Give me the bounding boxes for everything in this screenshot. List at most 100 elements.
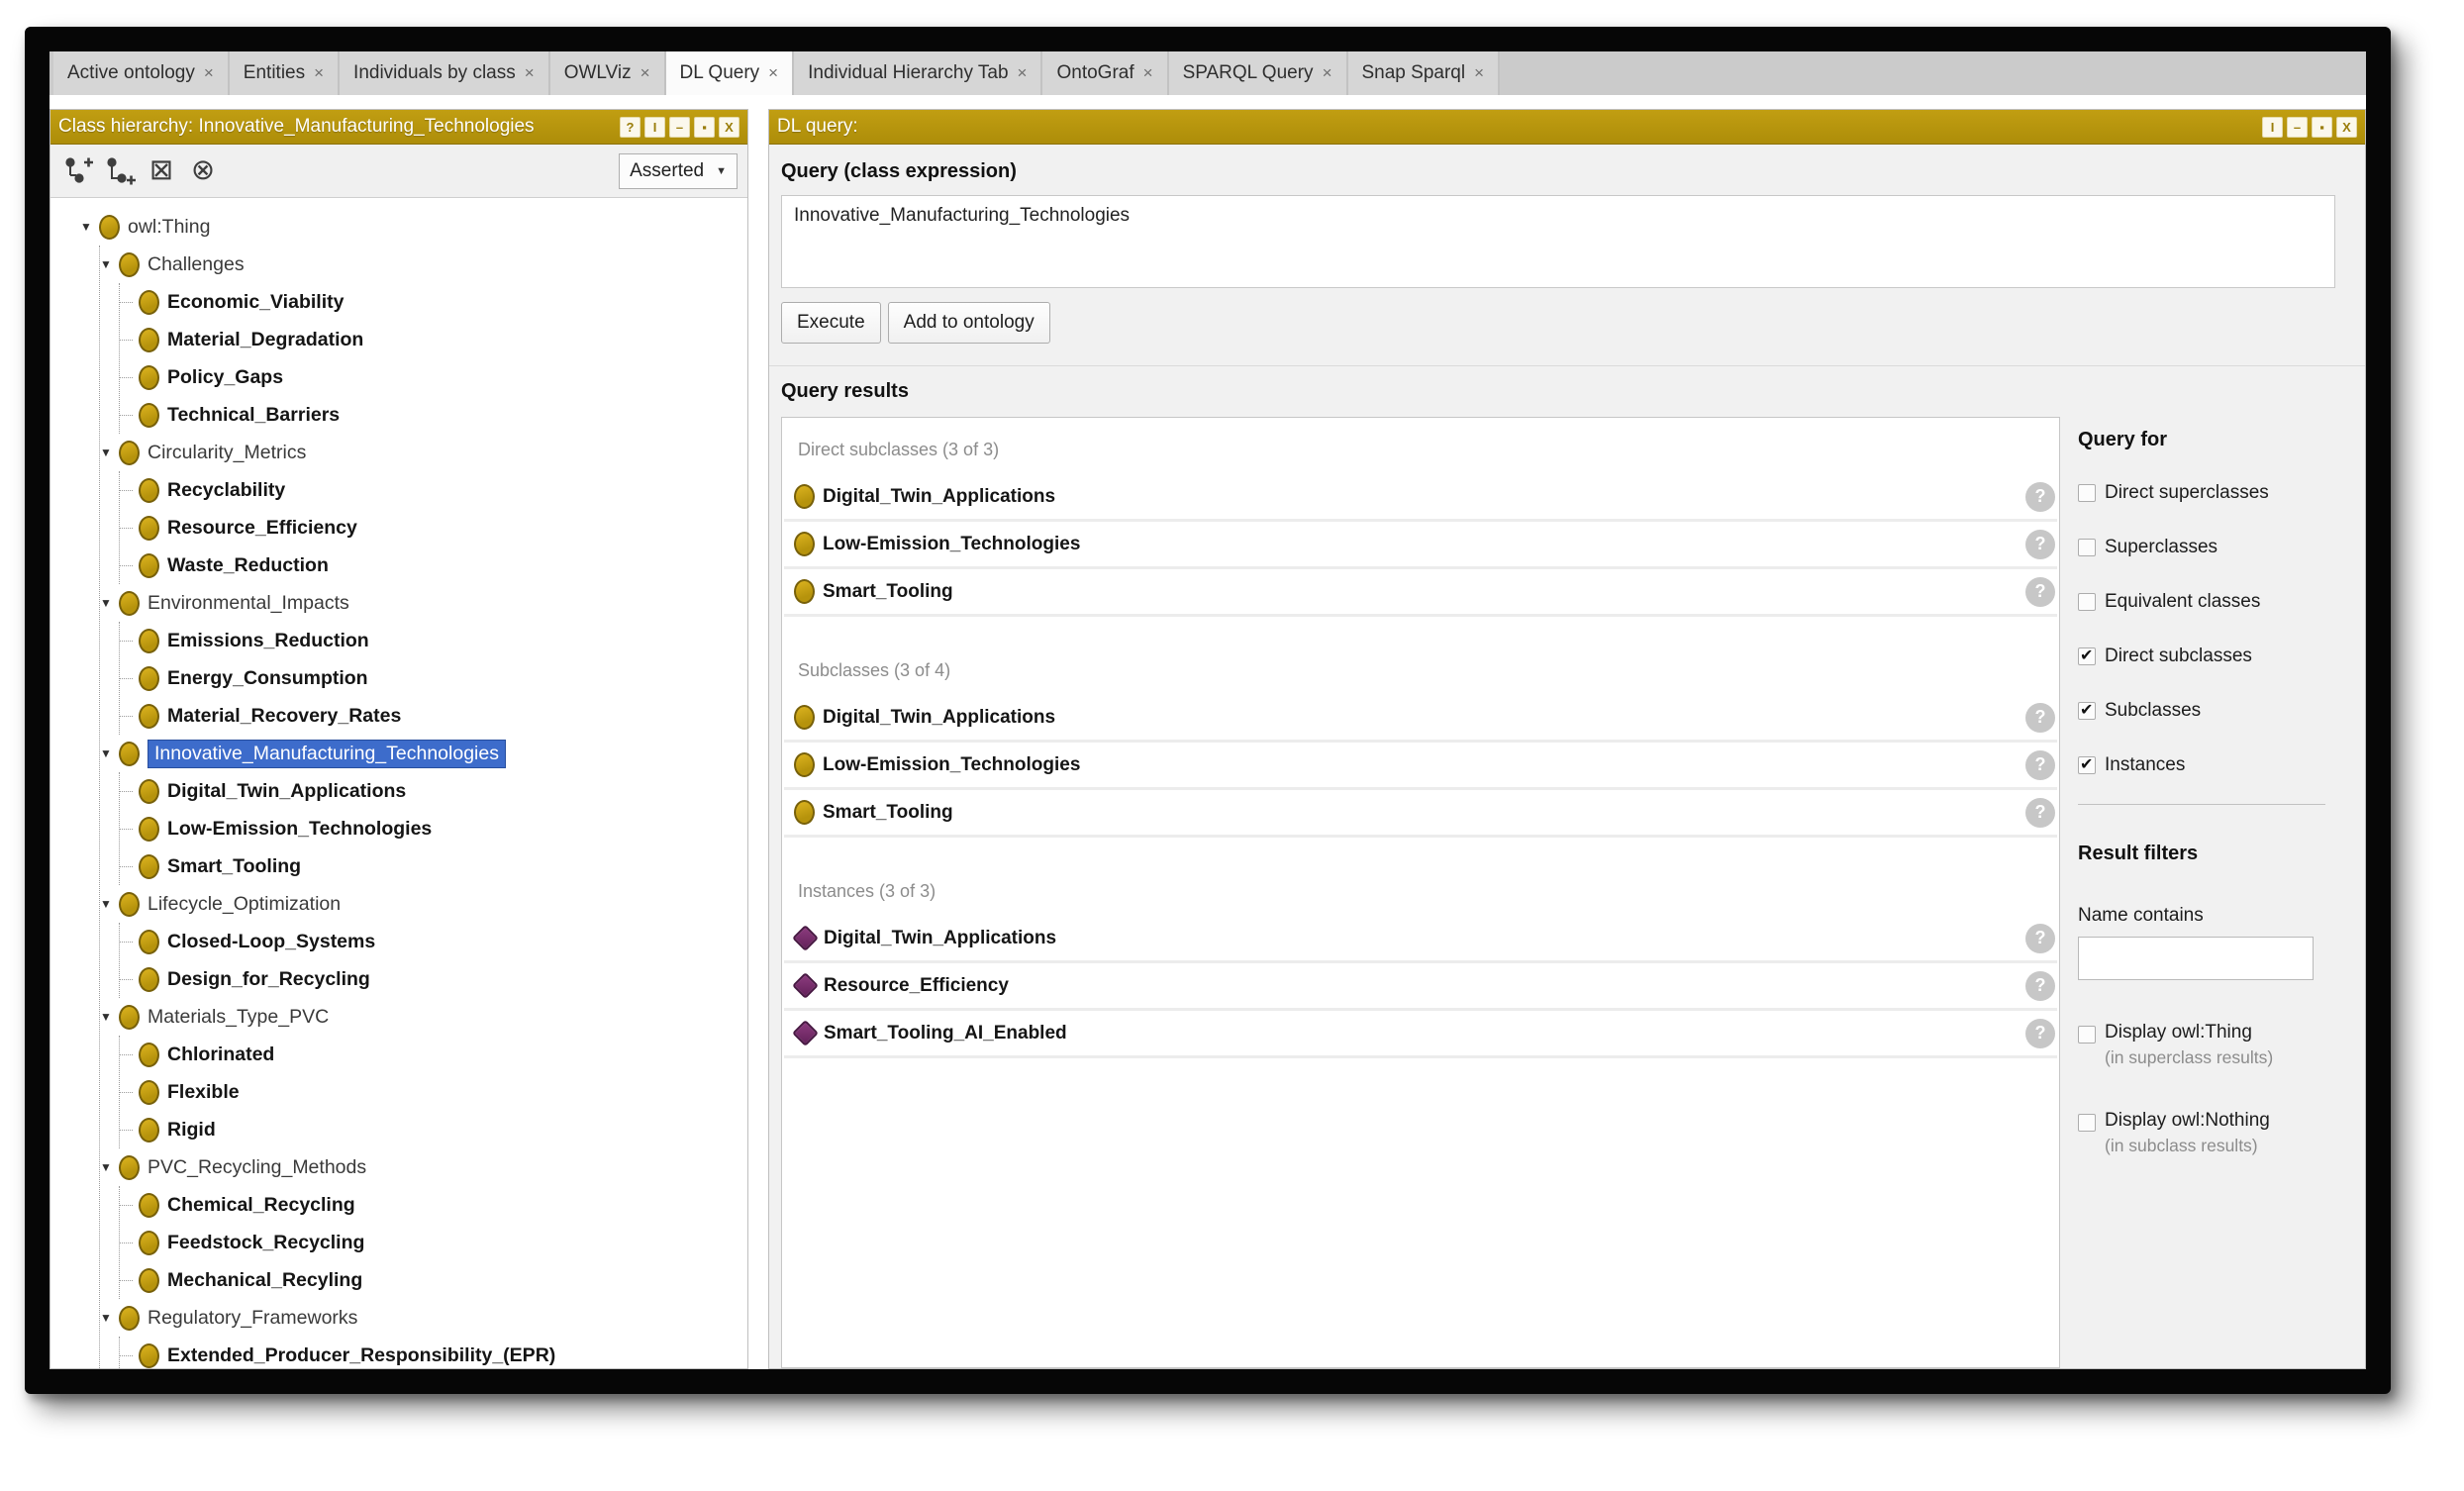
explain-button[interactable]: ? bbox=[2025, 703, 2055, 733]
tree-item-waste-reduction[interactable]: Waste_Reduction bbox=[120, 547, 747, 584]
minimize-icon[interactable]: – bbox=[669, 117, 690, 138]
tree-item-extended-producer-responsibility-epr[interactable]: Extended_Producer_Responsibility_(EPR) bbox=[120, 1337, 747, 1368]
close-icon[interactable]: X bbox=[2336, 117, 2357, 138]
tree-item-material-degradation[interactable]: Material_Degradation bbox=[120, 321, 747, 358]
expand-arrow-icon[interactable]: ▼ bbox=[100, 1010, 119, 1024]
query-expression-input[interactable]: Innovative_Manufacturing_Technologies bbox=[781, 195, 2335, 288]
tree-item-resource-efficiency[interactable]: Resource_Efficiency bbox=[120, 509, 747, 547]
tree-item-innovative-manufacturing-technologies[interactable]: ▼Innovative_Manufacturing_Technologies bbox=[100, 735, 747, 772]
explain-button[interactable]: ? bbox=[2025, 1019, 2055, 1048]
float-icon[interactable]: I bbox=[644, 117, 665, 138]
checkbox[interactable] bbox=[2078, 539, 2096, 556]
query-for-option-subclasses[interactable]: Subclasses bbox=[2078, 695, 2335, 727]
tree-item-emissions-reduction[interactable]: Emissions_Reduction bbox=[120, 622, 747, 659]
expand-arrow-icon[interactable]: ▼ bbox=[100, 257, 119, 271]
add-sibling-class-icon[interactable] bbox=[102, 154, 138, 188]
checkbox[interactable] bbox=[2078, 1026, 2096, 1044]
tree-item-policy-gaps[interactable]: Policy_Gaps bbox=[120, 358, 747, 396]
tree-item-economic-viability[interactable]: Economic_Viability bbox=[120, 283, 747, 321]
query-for-option-instances[interactable]: Instances bbox=[2078, 749, 2335, 781]
tree-item-flexible[interactable]: Flexible bbox=[120, 1073, 747, 1111]
tab-close-icon[interactable]: × bbox=[1474, 63, 1484, 83]
float-icon[interactable]: I bbox=[2262, 117, 2283, 138]
add-subclass-icon[interactable] bbox=[60, 154, 96, 188]
explain-button[interactable]: ? bbox=[2025, 971, 2055, 1001]
result-row-smart-tooling[interactable]: Smart_Tooling? bbox=[784, 790, 2057, 838]
result-row-low-emission-technologies[interactable]: Low-Emission_Technologies? bbox=[784, 743, 2057, 790]
result-row-smart-tooling[interactable]: Smart_Tooling? bbox=[784, 569, 2057, 617]
crosshair-icon[interactable]: ⊗ bbox=[185, 154, 221, 188]
tree-item-recyclability[interactable]: Recyclability bbox=[120, 471, 747, 509]
execute-button[interactable]: Execute bbox=[781, 302, 881, 344]
tree-item-material-recovery-rates[interactable]: Material_Recovery_Rates bbox=[120, 697, 747, 735]
tab-individuals-by-class[interactable]: Individuals by class× bbox=[340, 51, 550, 95]
checkbox[interactable] bbox=[2078, 593, 2096, 611]
tab-close-icon[interactable]: × bbox=[1143, 63, 1153, 83]
tree-item-materials-type-pvc[interactable]: ▼Materials_Type_PVC bbox=[100, 998, 747, 1036]
tree-item-chlorinated[interactable]: Chlorinated bbox=[120, 1036, 747, 1073]
checkbox[interactable] bbox=[2078, 647, 2096, 665]
explain-button[interactable]: ? bbox=[2025, 750, 2055, 780]
tab-owlviz[interactable]: OWLViz× bbox=[550, 51, 666, 95]
help-icon[interactable]: ? bbox=[620, 117, 641, 138]
tree-item-rigid[interactable]: Rigid bbox=[120, 1111, 747, 1148]
tab-close-icon[interactable]: × bbox=[204, 63, 214, 83]
tree-item-technical-barriers[interactable]: Technical_Barriers bbox=[120, 396, 747, 434]
tab-close-icon[interactable]: × bbox=[768, 63, 778, 83]
result-row-digital-twin-applications[interactable]: Digital_Twin_Applications? bbox=[784, 474, 2057, 522]
explain-button[interactable]: ? bbox=[2025, 530, 2055, 559]
tree-item-circularity-metrics[interactable]: ▼Circularity_Metrics bbox=[100, 434, 747, 471]
name-contains-input[interactable] bbox=[2078, 937, 2314, 980]
tree-item-closed-loop-systems[interactable]: Closed-Loop_Systems bbox=[120, 923, 747, 960]
tree-item-low-emission-technologies[interactable]: Low-Emission_Technologies bbox=[120, 810, 747, 847]
query-for-option-superclasses[interactable]: Superclasses bbox=[2078, 532, 2335, 563]
add-to-ontology-button[interactable]: Add to ontology bbox=[888, 302, 1050, 344]
hierarchy-view-selector[interactable]: Asserted ▼ bbox=[619, 153, 738, 189]
expand-arrow-icon[interactable]: ▼ bbox=[100, 446, 119, 459]
tree-item-energy-consumption[interactable]: Energy_Consumption bbox=[120, 659, 747, 697]
explain-button[interactable]: ? bbox=[2025, 482, 2055, 512]
tree-item-regulatory-frameworks[interactable]: ▼Regulatory_Frameworks bbox=[100, 1299, 747, 1337]
minimize-icon[interactable]: – bbox=[2287, 117, 2308, 138]
explain-button[interactable]: ? bbox=[2025, 577, 2055, 607]
explain-button[interactable]: ? bbox=[2025, 924, 2055, 953]
query-for-option-direct-superclasses[interactable]: Direct superclasses bbox=[2078, 477, 2335, 509]
result-row-resource-efficiency[interactable]: Resource_Efficiency? bbox=[784, 963, 2057, 1011]
tree-item-mechanical-recyling[interactable]: Mechanical_Recyling bbox=[120, 1261, 747, 1299]
tab-individual-hierarchy-tab[interactable]: Individual Hierarchy Tab× bbox=[794, 51, 1042, 95]
tree-item-smart-tooling[interactable]: Smart_Tooling bbox=[120, 847, 747, 885]
result-row-digital-twin-applications[interactable]: Digital_Twin_Applications? bbox=[784, 916, 2057, 963]
tree-item-feedstock-recycling[interactable]: Feedstock_Recycling bbox=[120, 1224, 747, 1261]
tree-item-chemical-recycling[interactable]: Chemical_Recycling bbox=[120, 1186, 747, 1224]
expand-arrow-icon[interactable]: ▼ bbox=[80, 220, 99, 234]
tab-close-icon[interactable]: × bbox=[1018, 63, 1028, 83]
tree-item-lifecycle-optimization[interactable]: ▼Lifecycle_Optimization bbox=[100, 885, 747, 923]
checkbox[interactable] bbox=[2078, 756, 2096, 774]
tab-snap-sparql[interactable]: Snap Sparql× bbox=[1348, 51, 1501, 95]
explain-button[interactable]: ? bbox=[2025, 798, 2055, 828]
tab-entities[interactable]: Entities× bbox=[230, 51, 340, 95]
expand-arrow-icon[interactable]: ▼ bbox=[100, 1311, 119, 1325]
tree-item-digital-twin-applications[interactable]: Digital_Twin_Applications bbox=[120, 772, 747, 810]
tab-ontograf[interactable]: OntoGraf× bbox=[1042, 51, 1168, 95]
result-row-low-emission-technologies[interactable]: Low-Emission_Technologies? bbox=[784, 522, 2057, 569]
tree-item-environmental-impacts[interactable]: ▼Environmental_Impacts bbox=[100, 584, 747, 622]
tree-item-pvc-recycling-methods[interactable]: ▼PVC_Recycling_Methods bbox=[100, 1148, 747, 1186]
tab-close-icon[interactable]: × bbox=[525, 63, 535, 83]
checkbox[interactable] bbox=[2078, 702, 2096, 720]
query-for-option-direct-subclasses[interactable]: Direct subclasses bbox=[2078, 641, 2335, 672]
maximize-icon[interactable]: ▪ bbox=[2312, 117, 2332, 138]
maximize-icon[interactable]: ▪ bbox=[694, 117, 715, 138]
filter-option-display-owl-thing[interactable]: Display owl:Thing(in superclass results) bbox=[2078, 1022, 2335, 1068]
result-row-smart-tooling-ai-enabled[interactable]: Smart_Tooling_AI_Enabled? bbox=[784, 1011, 2057, 1058]
filter-option-display-owl-nothing[interactable]: Display owl:Nothing(in subclass results) bbox=[2078, 1110, 2335, 1156]
expand-arrow-icon[interactable]: ▼ bbox=[100, 746, 119, 760]
tree-item-owl-thing[interactable]: ▼owl:Thing bbox=[80, 208, 747, 246]
tree-item-design-for-recycling[interactable]: Design_for_Recycling bbox=[120, 960, 747, 998]
tab-active-ontology[interactable]: Active ontology× bbox=[53, 51, 230, 95]
checkbox[interactable] bbox=[2078, 1114, 2096, 1132]
result-row-digital-twin-applications[interactable]: Digital_Twin_Applications? bbox=[784, 695, 2057, 743]
expand-arrow-icon[interactable]: ▼ bbox=[100, 596, 119, 610]
close-icon[interactable]: X bbox=[719, 117, 739, 138]
tab-dl-query[interactable]: DL Query× bbox=[666, 51, 795, 95]
